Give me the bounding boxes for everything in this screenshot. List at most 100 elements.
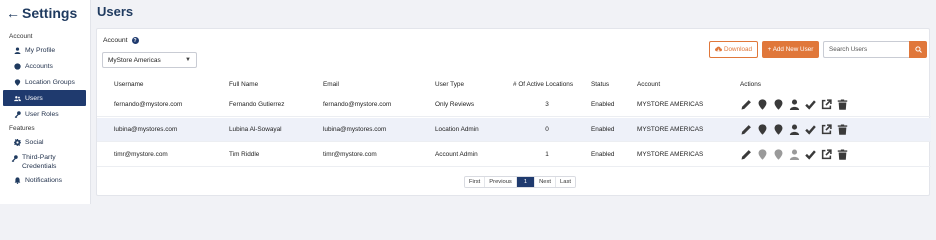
pagination-next[interactable]: Next — [535, 177, 556, 187]
location-group-pin-icon[interactable] — [772, 149, 784, 161]
map-pin-icon[interactable] — [756, 149, 768, 161]
sidebar-item-third-party-credentials[interactable]: Third-Party Credentials — [0, 150, 90, 172]
sidebar-item-social[interactable]: Social — [0, 134, 90, 150]
user-type-cell: Only Reviews — [435, 101, 475, 108]
pagination-previous[interactable]: Previous — [485, 177, 517, 187]
search-icon — [914, 46, 922, 53]
column-header-user-type[interactable]: User Type — [435, 77, 464, 91]
back-arrow-icon[interactable]: ← — [6, 5, 20, 21]
page-title: Users — [97, 4, 134, 19]
column-header-username[interactable]: Username — [114, 77, 143, 91]
status-cell: Enabled — [591, 126, 615, 133]
sidebar-item-user-roles[interactable]: User Roles — [0, 106, 90, 122]
table-row: fernando@mystore.com Fernando Gutierrez … — [97, 93, 931, 117]
pagination-first[interactable]: First — [465, 177, 486, 187]
download-label: Download — [723, 46, 752, 53]
user-profile-icon[interactable] — [788, 149, 800, 161]
table-header: Username Full Name Email User Type # Of … — [97, 77, 931, 91]
account-label-text: Account — [103, 37, 128, 44]
account-cell: MYSTORE AMERICAS — [637, 151, 704, 158]
sidebar-item-label: Accounts — [25, 62, 53, 70]
active-locations-cell: 1 — [545, 151, 549, 158]
external-link-icon[interactable] — [820, 99, 832, 111]
cloud-download-icon — [714, 46, 722, 53]
email-cell: fernando@mystore.com — [323, 101, 392, 108]
sidebar-item-accounts[interactable]: Accounts — [0, 58, 90, 74]
account-cell: MYSTORE AMERICAS — [637, 101, 704, 108]
sidebar-item-label: My Profile — [25, 46, 56, 54]
location-group-pin-icon[interactable] — [772, 124, 784, 136]
external-link-icon[interactable] — [820, 124, 832, 136]
sidebar-item-label: User Roles — [25, 110, 59, 118]
sidebar-item-notifications[interactable]: Notifications — [0, 172, 90, 188]
trash-icon[interactable] — [836, 149, 848, 161]
trash-icon[interactable] — [836, 99, 848, 111]
username-cell: timr@mystore.com — [114, 151, 168, 158]
chevron-down-icon: ▼ — [185, 57, 191, 63]
add-new-user-button[interactable]: + Add New User — [762, 41, 819, 58]
edit-pencil-icon[interactable] — [740, 99, 752, 111]
sidebar-item-location-groups[interactable]: Location Groups — [0, 74, 90, 90]
trash-icon[interactable] — [836, 124, 848, 136]
full-name-cell: Tim Riddle — [229, 151, 260, 158]
email-cell: timr@mystore.com — [323, 151, 377, 158]
sidebar-item-label: Social — [25, 138, 44, 146]
column-header-account[interactable]: Account — [637, 77, 660, 91]
check-icon[interactable] — [804, 124, 816, 136]
sidebar-item-label: Location Groups — [25, 78, 75, 86]
sidebar-item-label: Notifications — [25, 176, 63, 184]
active-locations-cell: 3 — [545, 101, 549, 108]
external-link-icon[interactable] — [820, 149, 832, 161]
column-header-full-name[interactable]: Full Name — [229, 77, 258, 91]
column-header-active-locations[interactable]: # Of Active Locations — [513, 77, 581, 91]
help-icon[interactable]: ? — [131, 37, 139, 44]
bell-icon — [13, 176, 21, 184]
username-cell: fernando@mystore.com — [114, 101, 183, 108]
username-cell: lubina@mystores.com — [114, 126, 178, 133]
location-group-pin-icon[interactable] — [772, 99, 784, 111]
table-row: lubina@mystores.com Lubina Al-Sowayal lu… — [97, 118, 931, 142]
sidebar-item-my-profile[interactable]: My Profile — [0, 42, 90, 58]
user-profile-icon[interactable] — [788, 124, 800, 136]
sidebar: ← Settings Account My Profile Accounts L… — [0, 0, 91, 204]
pagination-last[interactable]: Last — [556, 177, 575, 187]
sidebar-item-users[interactable]: Users — [3, 90, 86, 106]
full-name-cell: Lubina Al-Sowayal — [229, 126, 282, 133]
gear-icon — [13, 138, 21, 146]
sidebar-section-features: Features — [9, 125, 35, 132]
account-select-value: MyStore Americas — [108, 56, 161, 64]
edit-pencil-icon[interactable] — [740, 124, 752, 136]
column-header-email[interactable]: Email — [323, 77, 339, 91]
account-cell: MYSTORE AMERICAS — [637, 126, 704, 133]
map-pin-icon[interactable] — [756, 124, 768, 136]
active-locations-cell: 0 — [545, 126, 549, 133]
check-icon[interactable] — [804, 149, 816, 161]
download-button[interactable]: Download — [709, 41, 758, 58]
pagination: First Previous 1 Next Last — [464, 176, 576, 188]
column-header-actions: Actions — [740, 80, 761, 88]
user-type-cell: Account Admin — [435, 151, 478, 158]
edit-pencil-icon[interactable] — [740, 149, 752, 161]
account-filter-label: Account ? — [103, 37, 139, 44]
account-select[interactable]: MyStore Americas ▼ — [102, 52, 197, 68]
key-icon — [10, 154, 18, 162]
sidebar-item-label: Third-Party Credentials — [22, 154, 57, 170]
pagination-current-page[interactable]: 1 — [516, 177, 536, 187]
map-pin-icon[interactable] — [756, 99, 768, 111]
map-pin-icon — [13, 78, 21, 86]
check-icon[interactable] — [804, 99, 816, 111]
email-cell: lubina@mystores.com — [323, 126, 387, 133]
search-button[interactable] — [909, 41, 927, 58]
sidebar-header: ← Settings — [0, 0, 90, 26]
column-header-status[interactable]: Status — [591, 77, 609, 91]
user-profile-icon[interactable] — [788, 99, 800, 111]
row-actions — [740, 93, 848, 116]
globe-icon — [13, 62, 21, 70]
search-input[interactable] — [823, 41, 909, 58]
user-icon — [13, 46, 21, 54]
status-cell: Enabled — [591, 151, 615, 158]
user-type-cell: Location Admin — [435, 126, 479, 133]
status-cell: Enabled — [591, 101, 615, 108]
users-card: Account ? MyStore Americas ▼ Download + … — [96, 28, 931, 196]
row-actions — [740, 143, 848, 166]
